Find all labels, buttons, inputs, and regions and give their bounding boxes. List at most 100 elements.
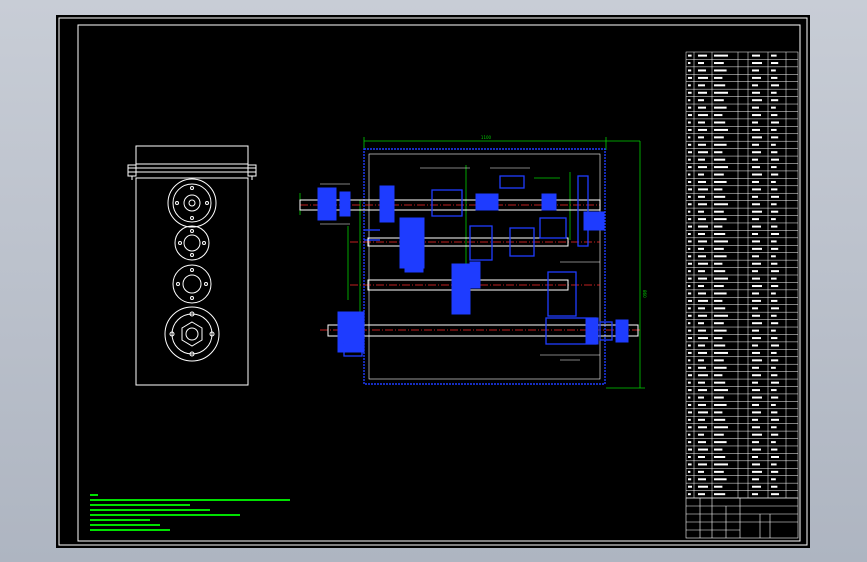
parts-cell-text: [752, 91, 760, 94]
parts-cell-text: [688, 396, 691, 399]
parts-cell-text: [771, 344, 779, 347]
parts-cell-text: [771, 106, 776, 109]
parts-cell-text: [771, 448, 778, 451]
cad-drawing[interactable]: 1100 860: [0, 0, 867, 562]
parts-cell-text: [771, 84, 779, 87]
parts-cell-text: [714, 210, 724, 213]
parts-cell-text: [688, 240, 692, 243]
parts-cell-text: [752, 218, 759, 221]
parts-cell-text: [698, 262, 708, 265]
parts-cell-text: [771, 225, 778, 228]
parts-cell-text: [771, 403, 776, 406]
parts-cell-text: [714, 337, 723, 340]
parts-cell-text: [688, 337, 692, 340]
parts-cell-text: [771, 314, 777, 317]
parts-list-table: [685, 51, 799, 499]
parts-cell-text: [688, 188, 692, 191]
parts-cell-text: [714, 277, 728, 280]
parts-cell-text: [714, 128, 728, 131]
parts-cell-text: [688, 366, 692, 369]
parts-cell-text: [752, 337, 761, 340]
parts-cell-text: [771, 277, 777, 280]
parts-cell-text: [752, 403, 759, 406]
parts-cell-text: [771, 203, 777, 206]
parts-cell-text: [698, 418, 705, 421]
parts-cell-text: [771, 381, 779, 384]
parts-cell-text: [688, 136, 691, 139]
parts-cell-text: [752, 262, 761, 265]
parts-cell-text: [752, 463, 760, 466]
parts-cell-text: [688, 411, 692, 414]
parts-cell-text: [698, 441, 706, 444]
parts-cell-text: [752, 344, 758, 347]
parts-cell-text: [771, 136, 779, 139]
parts-cell-text: [698, 381, 705, 384]
parts-cell-text: [698, 128, 707, 131]
parts-cell-text: [752, 54, 760, 57]
parts-cell-text: [771, 433, 779, 436]
parts-cell-text: [714, 143, 727, 146]
parts-cell-text: [698, 114, 708, 117]
parts-cell-text: [752, 448, 761, 451]
parts-cell-text: [771, 456, 779, 459]
parts-cell-text: [752, 255, 759, 258]
parts-cell-text: [714, 173, 724, 176]
parts-cell-text: [688, 470, 691, 473]
parts-cell-text: [771, 426, 777, 429]
parts-cell-text: [752, 173, 762, 176]
parts-cell-text: [698, 337, 708, 340]
parts-cell-text: [698, 448, 708, 451]
parts-cell-text: [771, 485, 778, 488]
parts-cell-text: [714, 359, 724, 362]
parts-cell-text: [752, 76, 761, 79]
parts-cell-text: [771, 180, 776, 183]
parts-cell-text: [752, 180, 759, 183]
parts-cell-text: [714, 299, 723, 302]
parts-cell-text: [714, 76, 723, 79]
parts-cell-text: [771, 69, 776, 72]
parts-cell-text: [771, 329, 776, 332]
parts-cell-text: [752, 106, 759, 109]
parts-cell-text: [752, 493, 758, 496]
parts-cell-text: [771, 470, 779, 473]
parts-cell-text: [698, 225, 708, 228]
parts-cell-text: [688, 299, 692, 302]
parts-cell-text: [698, 195, 705, 198]
parts-cell-text: [688, 151, 692, 154]
parts-cell-text: [771, 359, 779, 362]
parts-cell-text: [771, 270, 779, 273]
parts-cell-text: [688, 441, 692, 444]
parts-cell-text: [752, 322, 762, 325]
parts-cell-text: [698, 299, 708, 302]
parts-cell-text: [688, 403, 692, 406]
parts-cell-text: [752, 441, 759, 444]
parts-cell-text: [688, 270, 691, 273]
parts-cell-text: [771, 195, 779, 198]
parts-cell-text: [698, 463, 707, 466]
parts-cell-text: [688, 203, 692, 206]
parts-cell-text: [714, 166, 728, 169]
parts-cell-text: [688, 128, 692, 131]
parts-cell-text: [752, 485, 761, 488]
parts-cell-text: [714, 426, 728, 429]
parts-cell-text: [714, 91, 728, 94]
parts-cell-text: [714, 433, 724, 436]
parts-cell-text: [714, 218, 727, 221]
parts-cell-text: [698, 277, 707, 280]
parts-cell-text: [698, 478, 706, 481]
parts-cell-text: [688, 493, 691, 496]
parts-cell-text: [698, 240, 707, 243]
parts-cell-text: [714, 478, 727, 481]
parts-cell-text: [714, 62, 724, 65]
parts-cell-text: [688, 247, 691, 250]
parts-cell-text: [688, 463, 692, 466]
parts-cell-text: [752, 84, 758, 87]
parts-cell-text: [752, 456, 758, 459]
parts-cell-text: [698, 485, 708, 488]
parts-cell-text: [714, 188, 723, 191]
parts-cell-text: [714, 195, 726, 198]
parts-cell-text: [771, 128, 777, 131]
parts-cell-text: [714, 381, 726, 384]
parts-cell-text: [688, 351, 692, 354]
parts-cell-text: [698, 433, 704, 436]
